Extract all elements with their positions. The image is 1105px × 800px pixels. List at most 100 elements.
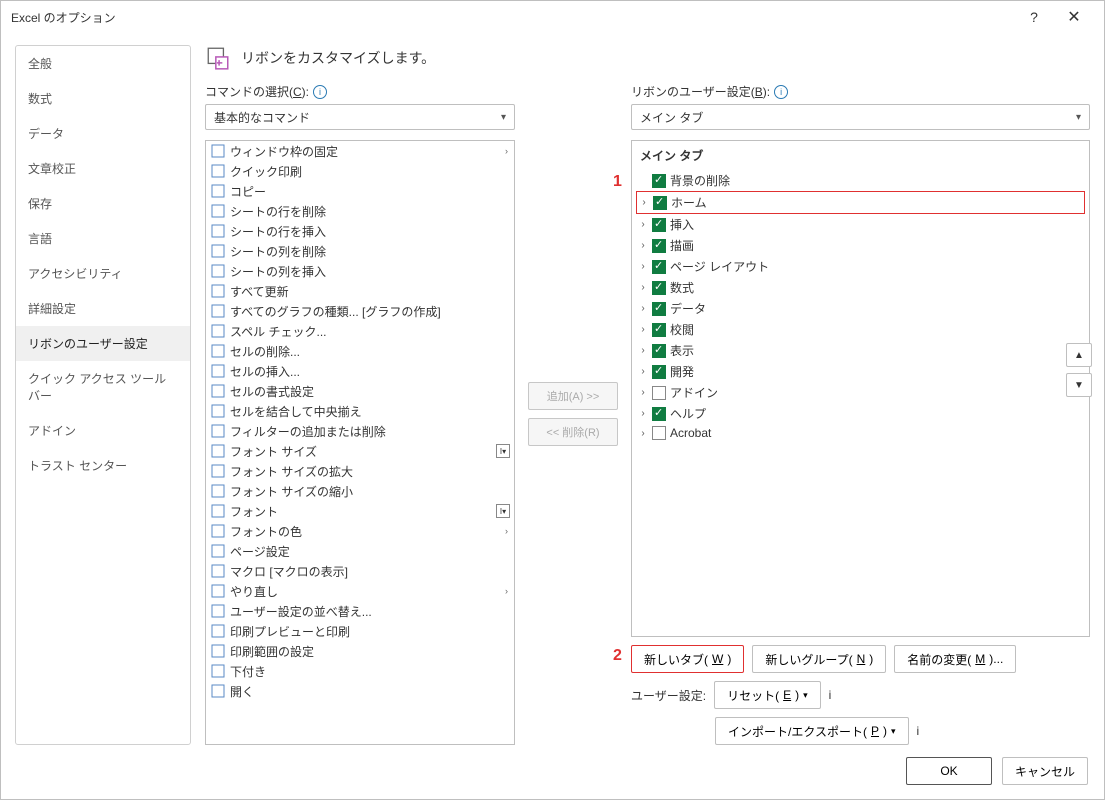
cancel-button[interactable]: キャンセル — [1002, 757, 1088, 785]
chevron-right-icon[interactable]: › — [638, 303, 648, 314]
checkbox[interactable] — [652, 407, 666, 421]
reset-button[interactable]: リセット(E) ▾ — [714, 681, 821, 709]
command-item[interactable]: すべてのグラフの種類... [グラフの作成] — [206, 301, 514, 321]
command-item[interactable]: ユーザー設定の並べ替え... — [206, 601, 514, 621]
info-icon[interactable]: i — [917, 724, 920, 738]
sidebar-item[interactable]: アクセシビリティ — [16, 256, 190, 291]
command-item[interactable]: シートの列を削除 — [206, 241, 514, 261]
sidebar-item[interactable]: データ — [16, 116, 190, 151]
tree-item[interactable]: ›挿入 — [636, 214, 1085, 235]
checkbox[interactable] — [652, 239, 666, 253]
command-item[interactable]: シートの列を挿入 — [206, 261, 514, 281]
checkbox[interactable] — [652, 302, 666, 316]
chevron-right-icon[interactable]: › — [638, 366, 648, 377]
command-item[interactable]: シートの行を削除 — [206, 201, 514, 221]
command-item[interactable]: フォント サイズの拡大 — [206, 461, 514, 481]
chevron-right-icon[interactable]: › — [638, 219, 648, 230]
command-item[interactable]: セルを結合して中央揃え — [206, 401, 514, 421]
checkbox[interactable] — [652, 344, 666, 358]
move-down-button[interactable]: ▼ — [1066, 373, 1092, 397]
checkbox[interactable] — [652, 365, 666, 379]
chevron-right-icon[interactable]: › — [638, 282, 648, 293]
checkbox[interactable] — [652, 426, 666, 440]
sidebar-item[interactable]: クイック アクセス ツール バー — [16, 361, 190, 413]
help-button[interactable]: ? — [1014, 9, 1054, 25]
chevron-right-icon[interactable]: › — [639, 197, 649, 208]
command-item[interactable]: すべて更新 — [206, 281, 514, 301]
tree-item[interactable]: ›ページ レイアウト — [636, 256, 1085, 277]
chevron-down-icon: ▾ — [891, 726, 896, 737]
remove-button[interactable]: << 削除(R) — [528, 418, 618, 446]
tree-item[interactable]: ›描画 — [636, 235, 1085, 256]
command-item[interactable]: コピー — [206, 181, 514, 201]
tree-item[interactable]: ›校閲 — [636, 319, 1085, 340]
tree-item[interactable]: ›表示 — [636, 340, 1085, 361]
command-item[interactable]: シートの行を挿入 — [206, 221, 514, 241]
tree-item[interactable]: ›数式 — [636, 277, 1085, 298]
command-item[interactable]: ウィンドウ枠の固定› — [206, 141, 514, 161]
command-item[interactable]: フィルターの追加または削除 — [206, 421, 514, 441]
checkbox[interactable] — [652, 386, 666, 400]
tree-item[interactable]: ›データ — [636, 298, 1085, 319]
info-icon[interactable]: i — [829, 688, 832, 702]
new-group-button[interactable]: 新しいグループ(N) — [752, 645, 886, 673]
new-tab-button[interactable]: 新しいタブ(W) — [631, 645, 744, 673]
checkbox[interactable] — [652, 323, 666, 337]
command-item[interactable]: セルの挿入... — [206, 361, 514, 381]
sidebar-item[interactable]: リボンのユーザー設定 — [16, 326, 190, 361]
sidebar-item[interactable]: トラスト センター — [16, 448, 190, 483]
command-item[interactable]: フォントI▾ — [206, 501, 514, 521]
command-item[interactable]: ページ設定 — [206, 541, 514, 561]
ribbon-target-combo[interactable]: メイン タブ ▾ — [631, 104, 1090, 130]
checkbox[interactable] — [652, 218, 666, 232]
sidebar-item[interactable]: 数式 — [16, 81, 190, 116]
ok-button[interactable]: OK — [906, 757, 992, 785]
sidebar-item[interactable]: 文章校正 — [16, 151, 190, 186]
commands-listbox[interactable]: ウィンドウ枠の固定›クイック印刷コピーシートの行を削除シートの行を挿入シートの列… — [205, 140, 515, 745]
close-button[interactable]: ✕ — [1054, 7, 1094, 27]
chevron-right-icon[interactable]: › — [638, 324, 648, 335]
command-item[interactable]: クイック印刷 — [206, 161, 514, 181]
tree-item[interactable]: ›ヘルプ — [636, 403, 1085, 424]
command-item[interactable]: やり直し› — [206, 581, 514, 601]
checkbox[interactable] — [652, 260, 666, 274]
command-item[interactable]: セルの書式設定 — [206, 381, 514, 401]
command-item[interactable]: セルの削除... — [206, 341, 514, 361]
command-item[interactable]: 印刷範囲の設定 — [206, 641, 514, 661]
tree-item[interactable]: ›Acrobat — [636, 424, 1085, 442]
sidebar-item[interactable]: 言語 — [16, 221, 190, 256]
sidebar-item[interactable]: アドイン — [16, 413, 190, 448]
sidebar-item[interactable]: 詳細設定 — [16, 291, 190, 326]
commands-category-combo[interactable]: 基本的なコマンド ▾ — [205, 104, 515, 130]
chevron-right-icon[interactable]: › — [638, 408, 648, 419]
tree-item[interactable]: ›アドイン — [636, 382, 1085, 403]
command-item[interactable]: 印刷プレビューと印刷 — [206, 621, 514, 641]
info-icon[interactable]: i — [774, 85, 788, 99]
tree-item[interactable]: ›ホーム — [636, 191, 1085, 214]
chevron-right-icon[interactable]: › — [638, 345, 648, 356]
sidebar-item[interactable]: 保存 — [16, 186, 190, 221]
tree-item[interactable]: ›開発 — [636, 361, 1085, 382]
sidebar-item[interactable]: 全般 — [16, 46, 190, 81]
command-item[interactable]: スペル チェック... — [206, 321, 514, 341]
import-export-button[interactable]: インポート/エクスポート(P) ▾ — [715, 717, 909, 745]
move-up-button[interactable]: ▲ — [1066, 343, 1092, 367]
rename-button[interactable]: 名前の変更(M)... — [894, 645, 1016, 673]
ribbon-tabs-tree[interactable]: メイン タブ背景の削除›ホーム›挿入›描画›ページ レイアウト›数式›データ›校… — [631, 140, 1090, 637]
checkbox[interactable] — [652, 281, 666, 295]
command-item[interactable]: 下付き — [206, 661, 514, 681]
chevron-right-icon[interactable]: › — [638, 387, 648, 398]
chevron-right-icon[interactable]: › — [638, 261, 648, 272]
command-item[interactable]: フォント サイズの縮小 — [206, 481, 514, 501]
checkbox[interactable] — [653, 196, 667, 210]
command-item[interactable]: 開く — [206, 681, 514, 701]
chevron-right-icon[interactable]: › — [638, 240, 648, 251]
add-button[interactable]: 追加(A) >> — [528, 382, 618, 410]
checkbox[interactable] — [652, 174, 666, 188]
command-item[interactable]: フォントの色› — [206, 521, 514, 541]
tree-item[interactable]: 背景の削除 — [636, 170, 1085, 191]
info-icon[interactable]: i — [313, 85, 327, 99]
command-item[interactable]: フォント サイズI▾ — [206, 441, 514, 461]
chevron-right-icon[interactable]: › — [638, 428, 648, 439]
command-item[interactable]: マクロ [マクロの表示] — [206, 561, 514, 581]
